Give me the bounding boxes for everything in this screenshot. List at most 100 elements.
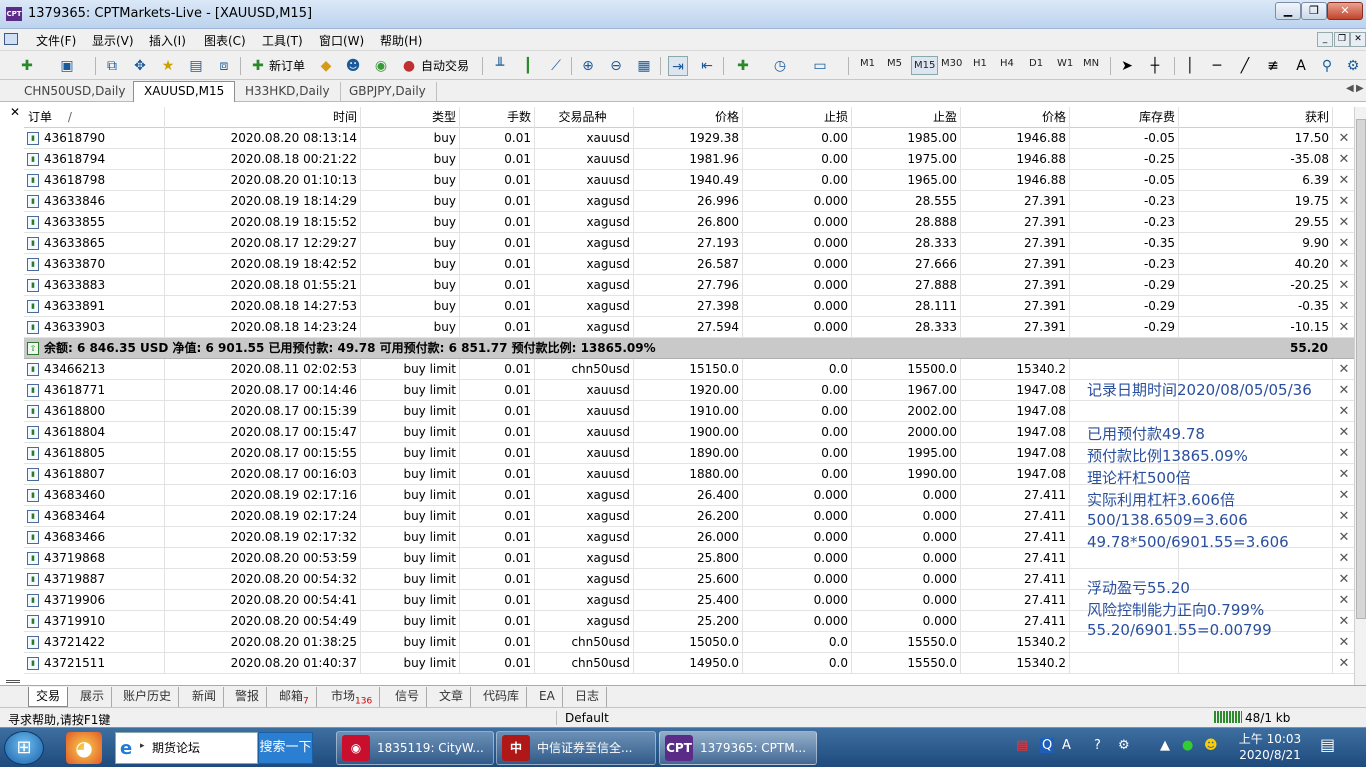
new-chart-icon[interactable]: ✚ <box>16 56 38 76</box>
auto-trading-button[interactable]: 自动交易 <box>421 57 469 74</box>
table-row[interactable]: ▮ 43618794 2020.08.18 00:21:22 buy 0.01 xauus… <box>24 149 1354 170</box>
table-row[interactable]: ▮ 43466213 2020.08.11 02:02:53 buy limit 0.0… <box>24 359 1354 380</box>
table-row[interactable]: ▮ 43633855 2020.08.19 18:15:52 buy 0.01 xagus… <box>24 212 1354 233</box>
close-order-icon[interactable]: ✕ <box>1335 569 1353 590</box>
table-row[interactable]: ▮ 43633846 2020.08.19 18:14:29 buy 0.01 xagus… <box>24 191 1354 212</box>
mdi-restore-button[interactable]: ❐ <box>1334 32 1350 47</box>
close-order-icon[interactable]: ✕ <box>1335 464 1353 485</box>
terminal-close-icon[interactable]: ✕ <box>10 105 20 119</box>
vertical-line-icon[interactable]: │ <box>1182 56 1198 76</box>
menu-file[interactable]: 文件(F) <box>36 32 76 49</box>
ie-search-field[interactable]: 期货论坛 <box>115 732 258 764</box>
timeframe-d1[interactable]: D1 <box>1029 58 1043 69</box>
zoom-out-icon[interactable]: ⊖ <box>606 56 626 76</box>
timeframe-mn[interactable]: MN <box>1083 58 1099 69</box>
indicators-icon[interactable]: ✚ <box>732 56 754 76</box>
col-ticket[interactable]: 订单 / <box>24 107 165 128</box>
close-order-icon[interactable]: ✕ <box>1335 275 1353 296</box>
help-tray-icon[interactable]: ? <box>1094 738 1101 753</box>
table-row[interactable]: ▮ 43633891 2020.08.18 14:27:53 buy 0.01 xagus… <box>24 296 1354 317</box>
timeframe-m5[interactable]: M5 <box>887 58 902 69</box>
crosshair-icon[interactable]: ┼ <box>1146 56 1164 76</box>
close-order-icon[interactable]: ✕ <box>1335 632 1353 653</box>
maximize-button[interactable]: ❐ <box>1301 2 1327 20</box>
close-order-icon[interactable]: ✕ <box>1335 380 1353 401</box>
table-row[interactable]: ▮ 43633865 2020.08.17 12:29:27 buy 0.01 xagus… <box>24 233 1354 254</box>
autoscroll-icon[interactable]: ⇥ <box>668 56 688 76</box>
strategy-tester-icon[interactable]: ⧈ <box>214 56 234 76</box>
close-order-icon[interactable]: ✕ <box>1335 359 1353 380</box>
tab-scroll-right-icon[interactable]: ▶ <box>1356 83 1364 94</box>
search-icon[interactable]: ⚲ <box>1318 56 1336 76</box>
tab-signals[interactable]: 信号 <box>388 687 428 707</box>
col-tp[interactable]: 止盈 <box>852 107 961 128</box>
close-order-icon[interactable]: ✕ <box>1335 170 1353 191</box>
close-order-icon[interactable]: ✕ <box>1335 233 1353 254</box>
templates-icon[interactable]: ▭ <box>810 56 830 76</box>
qq-tray-icon[interactable]: ☻ <box>1204 738 1218 753</box>
navigator-icon[interactable]: ★ <box>158 56 178 76</box>
menu-view[interactable]: 显示(V) <box>92 32 134 49</box>
taskbar-app-mt4[interactable]: CPT 1379365: CPTM... <box>659 731 817 765</box>
close-order-icon[interactable]: ✕ <box>1335 128 1353 149</box>
menu-insert[interactable]: 插入(I) <box>149 32 186 49</box>
table-row[interactable]: ▮ 43719868 2020.08.20 00:53:59 buy limit 0.0… <box>24 548 1354 569</box>
close-order-icon[interactable]: ✕ <box>1335 191 1353 212</box>
timeframe-w1[interactable]: W1 <box>1057 58 1073 69</box>
periods-icon[interactable]: ◷ <box>770 56 790 76</box>
metaeditor-icon[interactable]: ◆ <box>317 56 335 76</box>
col-time[interactable]: 时间 <box>165 107 361 128</box>
zoom-in-icon[interactable]: ⊕ <box>578 56 598 76</box>
tab-account-history[interactable]: 账户历史 <box>116 687 180 707</box>
auto-trading-icon[interactable]: ● <box>400 56 418 76</box>
tab-market[interactable]: 市场136 <box>324 687 381 707</box>
tile-windows-icon[interactable]: ▦ <box>634 56 654 76</box>
cursor-icon[interactable]: ➤ <box>1118 56 1136 76</box>
close-order-icon[interactable]: ✕ <box>1335 401 1353 422</box>
menu-charts[interactable]: 图表(C) <box>204 32 246 49</box>
trendline-icon[interactable]: ╱ <box>1236 56 1254 76</box>
notification-bell-icon[interactable]: ▲ <box>1160 738 1170 753</box>
tab-scroll-left-icon[interactable]: ◀ <box>1346 83 1354 94</box>
tab-alerts[interactable]: 警报 <box>228 687 268 707</box>
col-lots[interactable]: 手数 <box>460 107 535 128</box>
market-watch-icon[interactable]: ⧉ <box>102 56 122 76</box>
col-symbol[interactable]: 交易品种 <box>535 107 634 128</box>
ime-mode[interactable]: A <box>1062 738 1071 753</box>
close-order-icon[interactable]: ✕ <box>1335 548 1353 569</box>
language-tray-icon[interactable]: Q <box>1040 738 1055 753</box>
timeframe-m15[interactable]: M15 <box>911 56 939 75</box>
timeframe-m30[interactable]: M30 <box>941 58 962 69</box>
close-order-icon[interactable]: ✕ <box>1335 149 1353 170</box>
tray-settings-icon[interactable]: ⚙ <box>1118 738 1130 753</box>
text-icon[interactable]: A <box>1292 56 1310 76</box>
col-current-price[interactable]: 价格 <box>961 107 1070 128</box>
bar-chart-icon[interactable]: ╨ <box>490 56 510 76</box>
table-row[interactable]: ▮ 43618790 2020.08.20 08:13:14 buy 0.01 xauus… <box>24 128 1354 149</box>
profiles-icon[interactable]: ▣ <box>56 56 78 76</box>
close-button[interactable]: ✕ <box>1327 2 1363 20</box>
timeframe-h4[interactable]: H4 <box>1000 58 1014 69</box>
col-swap[interactable]: 库存费 <box>1070 107 1179 128</box>
taskbar-app-citic[interactable]: 中 中信证券至信全... <box>496 731 656 765</box>
tab-trade[interactable]: 交易 <box>28 687 69 707</box>
tab-exposure[interactable]: 展示 <box>73 687 113 707</box>
close-order-icon[interactable]: ✕ <box>1335 506 1353 527</box>
new-order-button[interactable]: 新订单 <box>269 57 305 74</box>
close-order-icon[interactable]: ✕ <box>1335 296 1353 317</box>
timeframe-h1[interactable]: H1 <box>973 58 987 69</box>
pdf-tray-icon[interactable]: ▤ <box>1016 738 1028 753</box>
close-order-icon[interactable]: ✕ <box>1335 485 1353 506</box>
scrollbar-thumb[interactable] <box>1356 119 1366 619</box>
mdi-minimize-button[interactable]: _ <box>1317 32 1333 47</box>
ie-dropdown-icon[interactable]: ▸ <box>140 741 145 751</box>
close-order-icon[interactable]: ✕ <box>1335 212 1353 233</box>
close-order-icon[interactable]: ✕ <box>1335 317 1353 338</box>
tab-journal[interactable]: 日志 <box>568 687 608 707</box>
menu-help[interactable]: 帮助(H) <box>380 32 422 49</box>
table-row[interactable]: ▮ 43633903 2020.08.18 14:23:24 buy 0.01 xagus… <box>24 317 1354 338</box>
security-tray-icon[interactable]: ● <box>1182 738 1193 753</box>
community-icon[interactable]: ◉ <box>372 56 390 76</box>
chart-tab-gbpjpy[interactable]: GBPJPY,Daily <box>339 82 437 102</box>
menu-tools[interactable]: 工具(T) <box>262 32 303 49</box>
